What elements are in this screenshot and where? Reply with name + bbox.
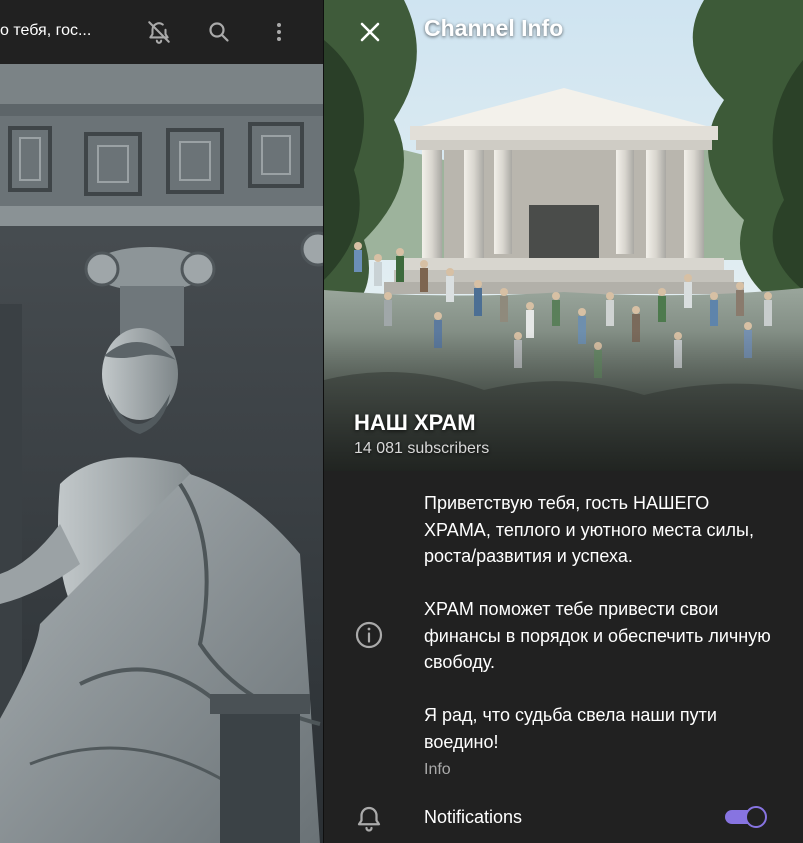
subscriber-count: 14 081 subscribers (354, 440, 490, 457)
info-icon (354, 620, 384, 650)
chat-wallpaper-image (0, 64, 323, 843)
chat-pane: о тебя, гос... (0, 0, 323, 843)
bell-off-icon[interactable] (141, 14, 177, 50)
close-button[interactable] (352, 14, 388, 50)
notifications-toggle[interactable] (725, 806, 767, 828)
notifications-label: Notifications (424, 807, 523, 827)
description-text: Приветствую тебя, гость НАШЕГО ХРАМА, те… (424, 493, 771, 752)
more-vertical-icon[interactable] (261, 14, 297, 50)
channel-description[interactable]: Приветствую тебя, гость НАШЕГО ХРАМА, те… (424, 490, 774, 779)
search-icon[interactable] (201, 14, 237, 50)
toggle-knob (745, 806, 767, 828)
channel-info-panel: Channel Info НАШ ХРАМ 14 081 subscribers… (324, 0, 803, 843)
bell-icon (354, 803, 384, 833)
description-label: Info (424, 761, 451, 778)
channel-name: НАШ ХРАМ (354, 410, 476, 435)
chat-title[interactable]: о тебя, гос... (0, 22, 91, 40)
channel-avatar-image[interactable]: Channel Info НАШ ХРАМ 14 081 subscribers (324, 0, 803, 471)
notifications-row[interactable]: Notifications (324, 793, 803, 841)
panel-title: Channel Info (424, 15, 564, 41)
close-icon (360, 22, 380, 42)
chat-header[interactable]: о тебя, гос... (0, 0, 323, 64)
